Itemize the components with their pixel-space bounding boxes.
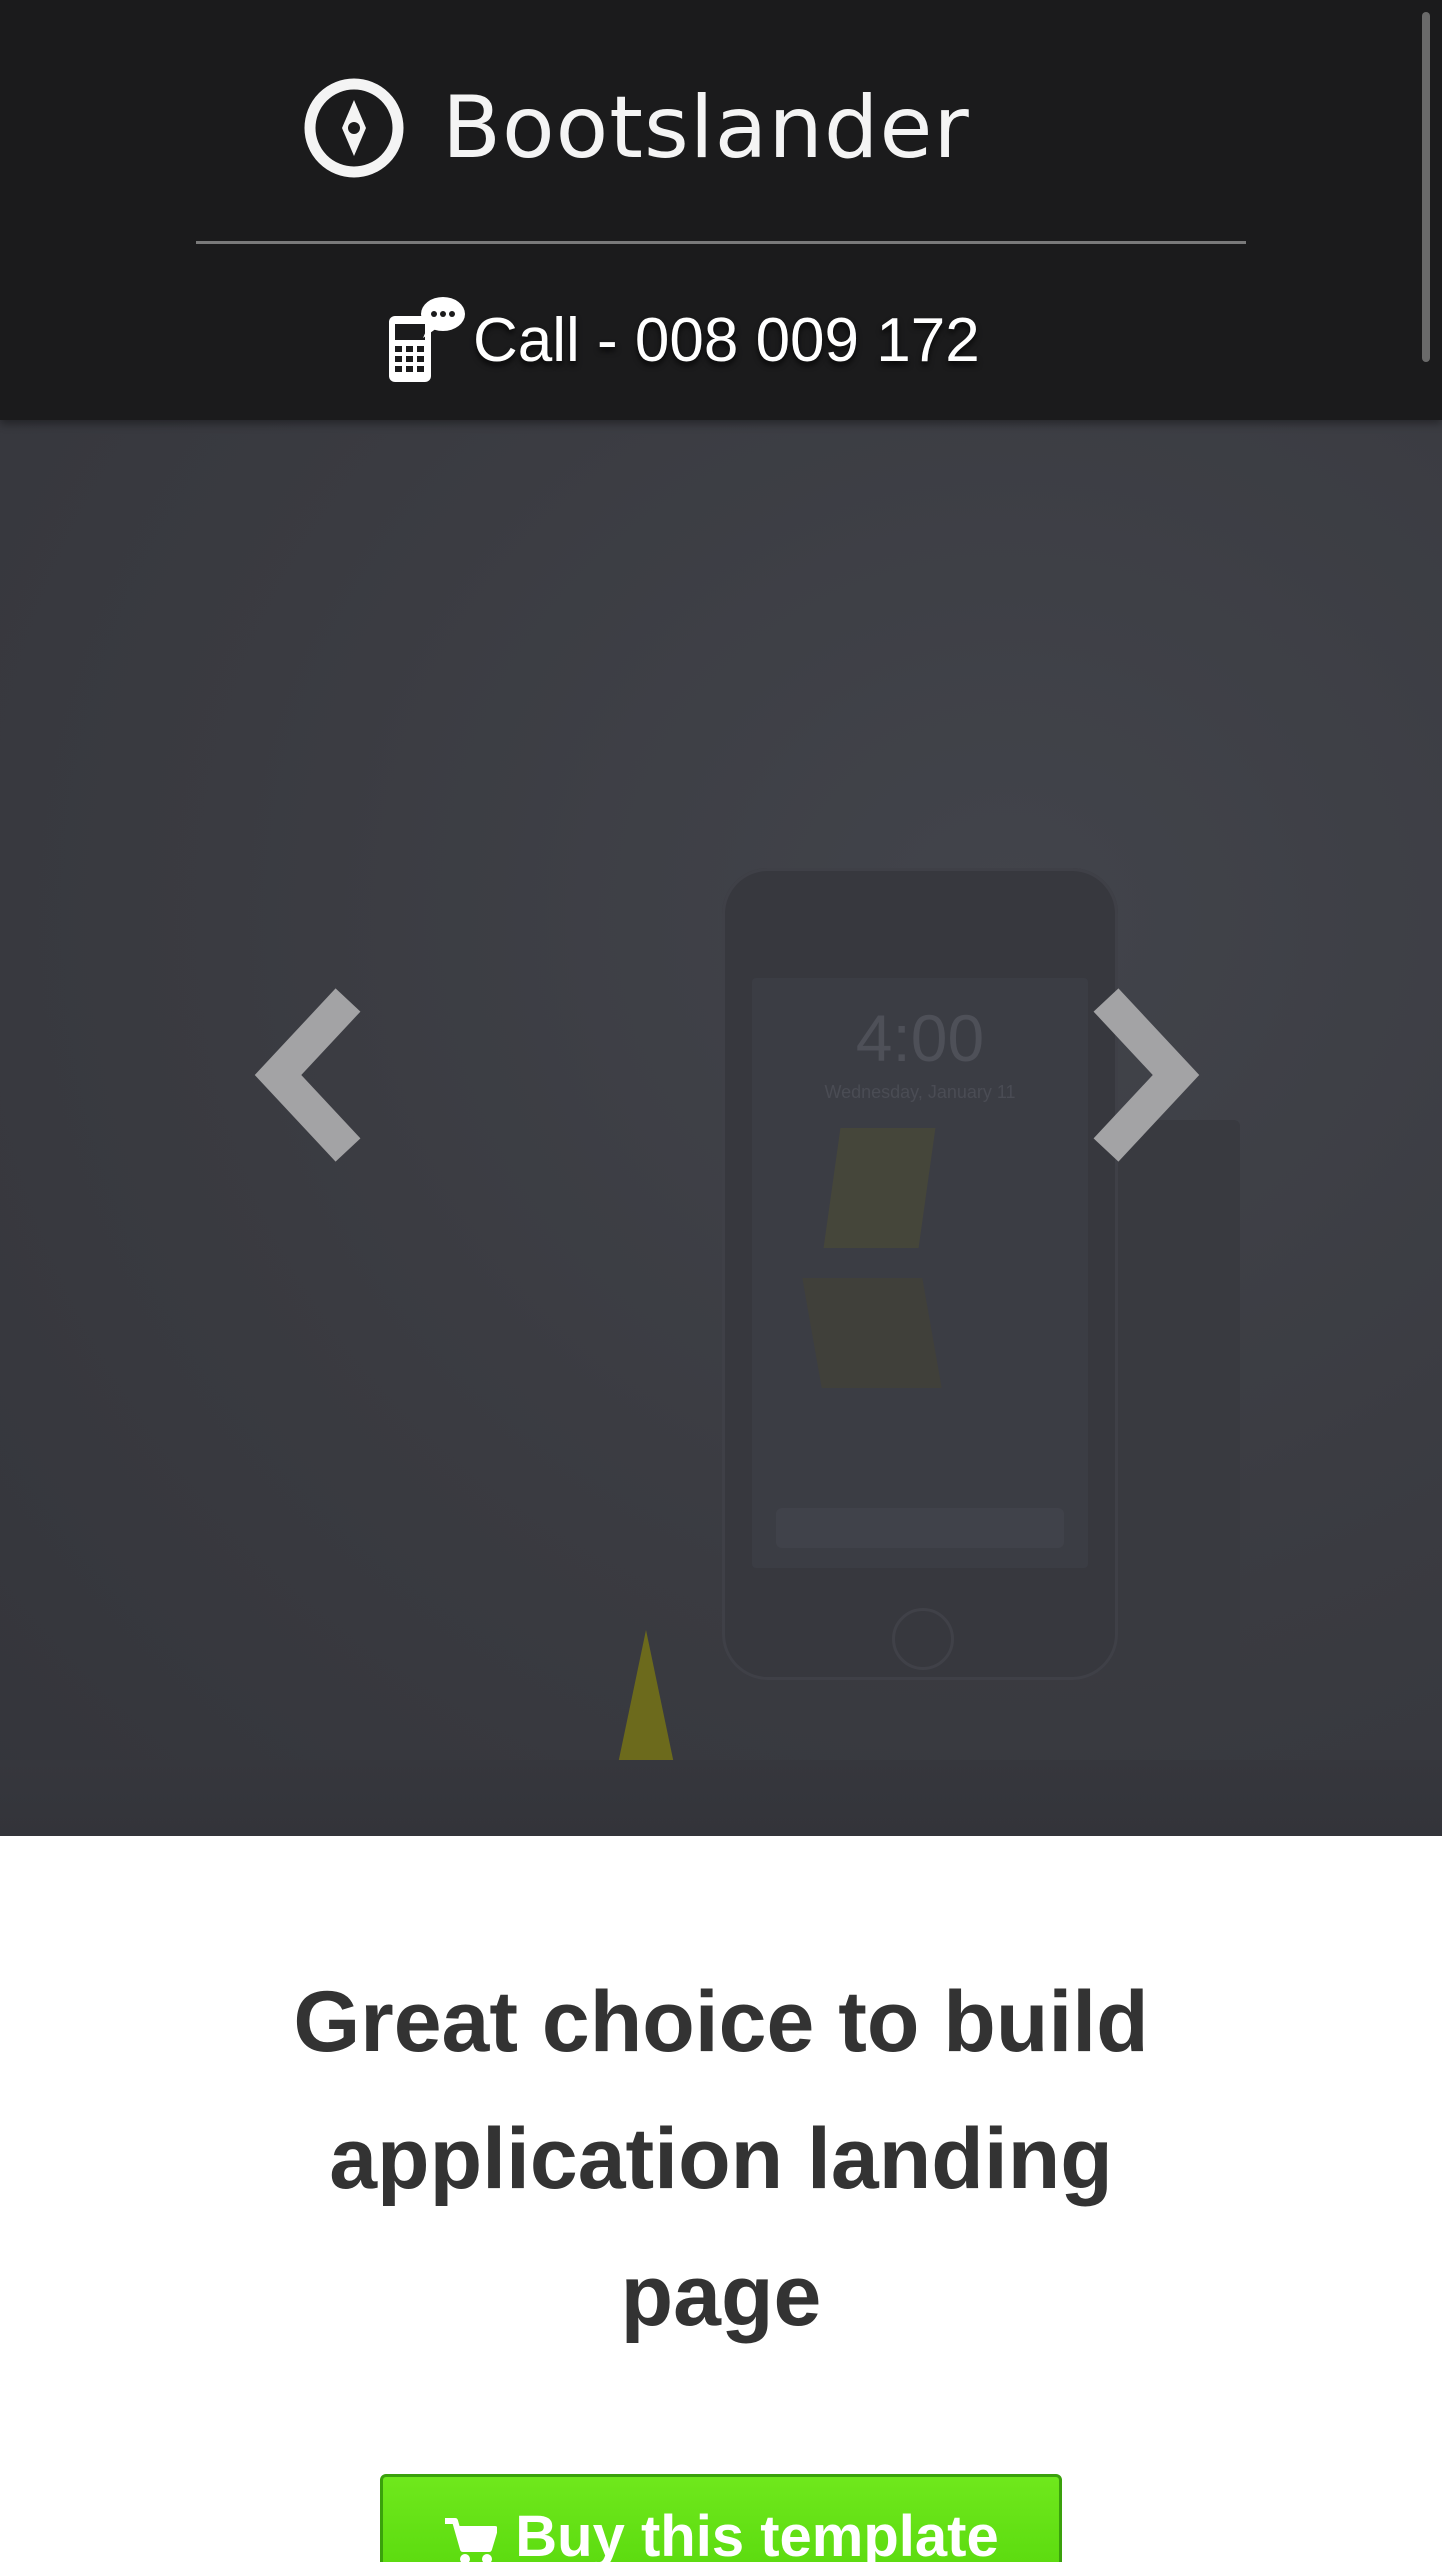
hero-carousel: 4:00 Wednesday, January 11 bbox=[0, 420, 1442, 1836]
call-info: Call - 008 009 172 bbox=[385, 290, 980, 390]
chevron-left-icon[interactable] bbox=[238, 980, 378, 1170]
phone-unlock-bar bbox=[776, 1508, 1064, 1548]
screen-graphic bbox=[802, 1278, 942, 1388]
hero-device-back bbox=[1100, 1120, 1240, 1680]
site-header: Bootslander Call - 008 009 172 bbox=[0, 0, 1442, 420]
shopping-cart-icon bbox=[445, 2518, 498, 2562]
intro-section: Great choice to build application landin… bbox=[0, 1836, 1442, 2562]
chevron-right-icon[interactable] bbox=[1076, 980, 1216, 1170]
screen-graphic bbox=[823, 1128, 936, 1248]
call-phone-number[interactable]: Call - 008 009 172 bbox=[473, 305, 980, 376]
page: Bootslander Call - 008 009 172 4:00 Wedn… bbox=[0, 0, 1442, 2562]
compass-logo-icon bbox=[304, 78, 404, 178]
phone-home-button bbox=[892, 1608, 954, 1670]
hero-phone-screen: 4:00 Wednesday, January 11 bbox=[752, 978, 1088, 1568]
phone-clock: 4:00 bbox=[855, 1001, 985, 1075]
page-headline: Great choice to build application landin… bbox=[293, 1974, 1149, 2344]
buy-template-label: Buy this template bbox=[515, 2504, 999, 2562]
scrollbar-thumb[interactable] bbox=[1422, 12, 1430, 362]
brand-name: Bootslander bbox=[442, 78, 970, 178]
hero-floor bbox=[0, 1760, 1442, 1836]
hero-phone-image: 4:00 Wednesday, January 11 bbox=[722, 868, 1118, 1680]
buy-template-button[interactable]: Buy this template bbox=[380, 2474, 1062, 2562]
phone-date: Wednesday, January 11 bbox=[824, 1082, 1016, 1102]
mobile-phone-chat-icon bbox=[389, 297, 465, 382]
brand-logo-link[interactable]: Bootslander bbox=[302, 74, 970, 182]
header-divider bbox=[196, 241, 1246, 244]
